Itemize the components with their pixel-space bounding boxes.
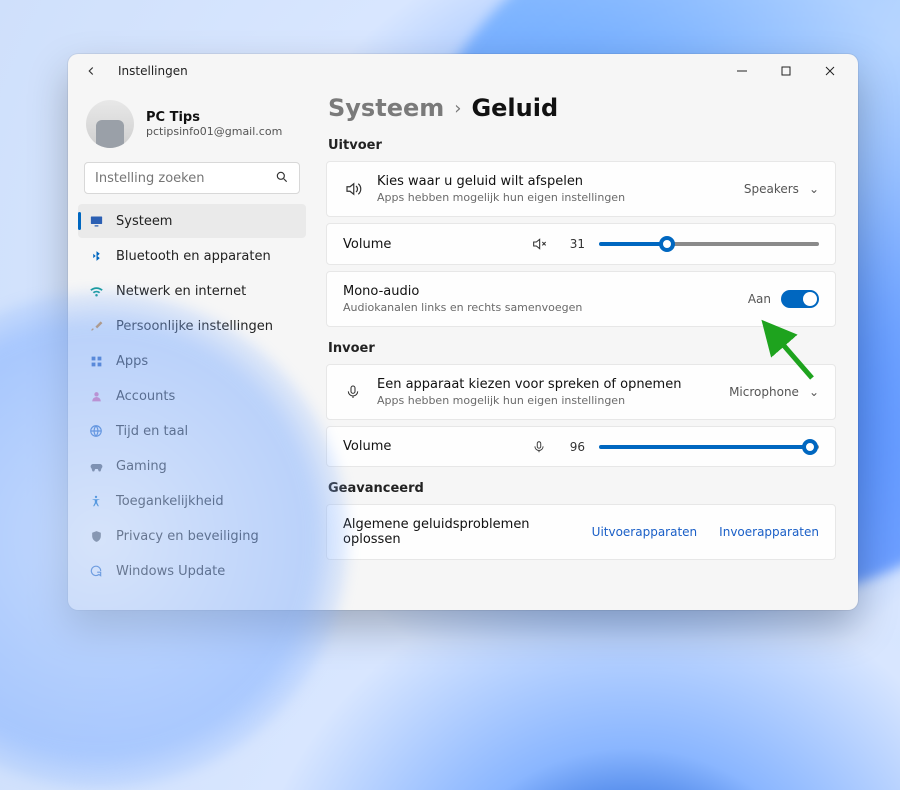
output-volume-row: Volume 31 xyxy=(326,223,836,265)
output-device-subtitle: Apps hebben mogelijk hun eigen instellin… xyxy=(377,191,730,204)
chevron-right-icon: › xyxy=(454,98,461,119)
output-device-row[interactable]: Kies waar u geluid wilt afspelen Apps he… xyxy=(326,161,836,217)
sidebar-item-label: Bluetooth en apparaten xyxy=(116,249,271,264)
sidebar-item-update[interactable]: Windows Update xyxy=(78,554,306,588)
troubleshoot-row: Algemene geluidsproblemen oplossen Uitvo… xyxy=(326,504,836,560)
sidebar-item-label: Systeem xyxy=(116,214,172,229)
input-volume-label: Volume xyxy=(343,439,515,454)
speaker-icon xyxy=(343,180,363,198)
section-heading-output: Uitvoer xyxy=(328,138,836,153)
search-input[interactable] xyxy=(95,171,275,186)
section-heading-advanced: Geavanceerd xyxy=(328,481,836,496)
profile-name: PC Tips xyxy=(146,110,282,125)
output-device-title: Kies waar u geluid wilt afspelen xyxy=(377,174,730,189)
sidebar-item-access[interactable]: Toegankelijkheid xyxy=(78,484,306,518)
sidebar-item-label: Netwerk en internet xyxy=(116,284,246,299)
back-button[interactable] xyxy=(82,64,100,78)
input-device-value: Microphone xyxy=(729,385,799,399)
troubleshoot-output-link[interactable]: Uitvoerapparaten xyxy=(592,525,698,539)
search-box[interactable] xyxy=(84,162,300,194)
sidebar-item-system[interactable]: Systeem xyxy=(78,204,306,238)
sidebar-item-personal[interactable]: Persoonlijke instellingen xyxy=(78,309,306,343)
mono-audio-row: Mono-audio Audiokanalen links en rechts … xyxy=(326,271,836,327)
profile-email: pctipsinfo01@gmail.com xyxy=(146,125,282,138)
person-icon xyxy=(88,388,104,404)
output-device-value: Speakers xyxy=(744,182,799,196)
troubleshoot-input-link[interactable]: Invoerapparaten xyxy=(719,525,819,539)
bluetooth-icon xyxy=(88,248,104,264)
access-icon xyxy=(88,493,104,509)
chevron-down-icon: ⌄ xyxy=(809,182,819,196)
sidebar-item-bluetooth[interactable]: Bluetooth en apparaten xyxy=(78,239,306,273)
breadcrumb-current: Geluid xyxy=(471,94,558,122)
titlebar: Instellingen xyxy=(68,54,858,88)
close-button[interactable] xyxy=(808,56,852,86)
input-volume-value: 96 xyxy=(563,440,585,454)
sidebar-item-time[interactable]: Tijd en taal xyxy=(78,414,306,448)
avatar xyxy=(86,100,134,148)
sidebar-item-label: Toegankelijkheid xyxy=(116,494,224,509)
input-device-row[interactable]: Een apparaat kiezen voor spreken of opne… xyxy=(326,364,836,420)
sidebar-item-label: Persoonlijke instellingen xyxy=(116,319,273,334)
sidebar-item-apps[interactable]: Apps xyxy=(78,344,306,378)
sidebar: PC Tips pctipsinfo01@gmail.com Systeem Bl… xyxy=(68,88,316,610)
section-heading-input: Invoer xyxy=(328,341,836,356)
settings-window: Instellingen PC Tips pctipsinfo01@gmail.… xyxy=(68,54,858,610)
sidebar-item-label: Gaming xyxy=(116,459,167,474)
nav: Systeem Bluetooth en apparaten Netwerk en … xyxy=(78,204,306,588)
sidebar-item-gaming[interactable]: Gaming xyxy=(78,449,306,483)
maximize-button[interactable] xyxy=(764,56,808,86)
display-icon xyxy=(88,213,104,229)
minimize-button[interactable] xyxy=(720,56,764,86)
main-panel: Systeem › Geluid Uitvoer Kies waar u gel… xyxy=(316,88,858,610)
shield-icon xyxy=(88,528,104,544)
input-device-title: Een apparaat kiezen voor spreken of opne… xyxy=(377,377,715,392)
troubleshoot-title: Algemene geluidsproblemen oplossen xyxy=(343,517,578,547)
sidebar-item-label: Apps xyxy=(116,354,148,369)
game-icon xyxy=(88,458,104,474)
brush-icon xyxy=(88,318,104,334)
sync-icon xyxy=(88,563,104,579)
output-volume-value: 31 xyxy=(563,237,585,251)
mono-state-label: Aan xyxy=(748,292,771,306)
mute-icon[interactable] xyxy=(529,236,549,252)
sidebar-item-privacy[interactable]: Privacy en beveiliging xyxy=(78,519,306,553)
sidebar-item-accounts[interactable]: Accounts xyxy=(78,379,306,413)
apps-icon xyxy=(88,353,104,369)
globe-icon xyxy=(88,423,104,439)
sidebar-item-label: Privacy en beveiliging xyxy=(116,529,259,544)
mono-toggle[interactable] xyxy=(781,290,819,308)
input-volume-slider[interactable] xyxy=(599,445,819,449)
output-volume-slider[interactable] xyxy=(599,242,819,246)
sidebar-item-label: Accounts xyxy=(116,389,175,404)
sidebar-item-network[interactable]: Netwerk en internet xyxy=(78,274,306,308)
output-volume-label: Volume xyxy=(343,237,515,252)
wifi-icon xyxy=(88,283,104,299)
window-title: Instellingen xyxy=(118,64,720,78)
sidebar-item-label: Windows Update xyxy=(116,564,225,579)
microphone-icon[interactable] xyxy=(529,440,549,454)
mono-title: Mono-audio xyxy=(343,284,734,299)
breadcrumb: Systeem › Geluid xyxy=(326,90,836,136)
input-volume-row: Volume 96 xyxy=(326,426,836,467)
breadcrumb-parent[interactable]: Systeem xyxy=(328,94,444,122)
microphone-icon xyxy=(343,384,363,400)
profile[interactable]: PC Tips pctipsinfo01@gmail.com xyxy=(78,94,306,162)
mono-subtitle: Audiokanalen links en rechts samenvoegen xyxy=(343,301,734,314)
input-device-subtitle: Apps hebben mogelijk hun eigen instellin… xyxy=(377,394,715,407)
search-icon xyxy=(275,169,289,188)
sidebar-item-label: Tijd en taal xyxy=(116,424,188,439)
chevron-down-icon: ⌄ xyxy=(809,385,819,399)
